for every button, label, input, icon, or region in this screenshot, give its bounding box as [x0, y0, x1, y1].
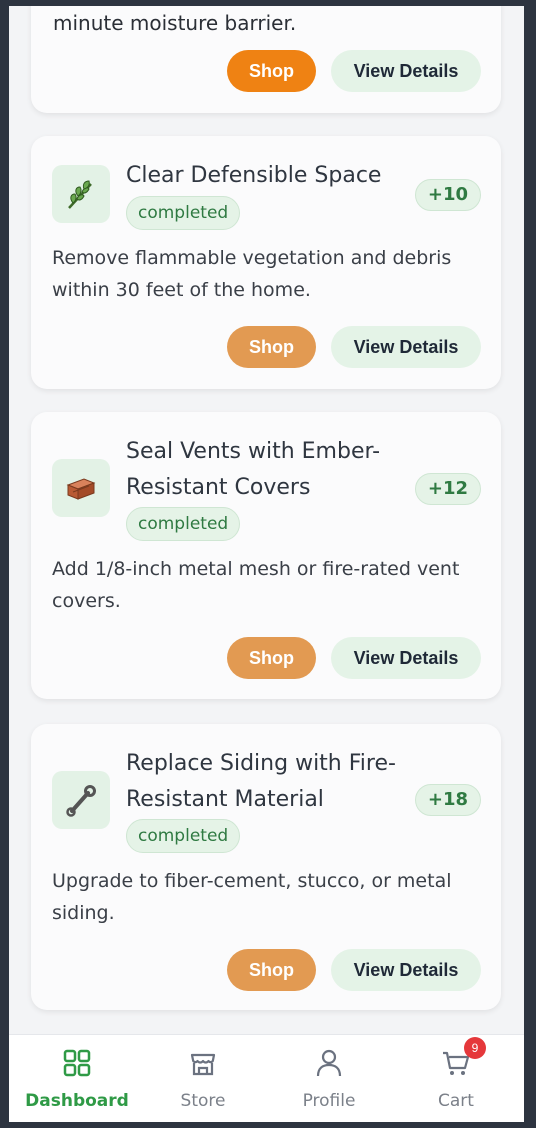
status-badge: completed — [126, 196, 241, 230]
nav-item-cart[interactable]: 9 Cart — [392, 1035, 520, 1122]
points-badge: +18 — [414, 784, 481, 816]
view-details-button[interactable]: View Details — [331, 949, 481, 991]
task-description: Upgrade to fiber-cement, stucco, or meta… — [52, 870, 452, 924]
task-icon-container — [52, 459, 110, 517]
leaf-icon — [68, 180, 92, 209]
shop-button[interactable]: Shop — [227, 326, 316, 368]
nav-label: Profile — [302, 1091, 356, 1111]
nav-label: Dashboard — [25, 1091, 129, 1111]
task-icon-container — [52, 771, 110, 829]
task-title: Clear Defensible Space — [126, 163, 382, 188]
task-card-partial: minute moisture barrier. Shop View Detai… — [31, 6, 501, 113]
wrench-icon — [66, 785, 96, 817]
task-description: Add 1/8-inch metal mesh or fire-rated ve… — [52, 558, 460, 612]
task-title: Replace Siding with Fire-Resistant Mater… — [126, 751, 396, 812]
view-details-button[interactable]: View Details — [331, 326, 481, 368]
nav-item-profile[interactable]: Profile — [265, 1035, 393, 1122]
shop-button[interactable]: Shop — [227, 50, 316, 92]
view-details-button[interactable]: View Details — [331, 637, 481, 679]
app-screen: minute moisture barrier. Shop View Detai… — [9, 6, 524, 1122]
task-description: minute moisture barrier. — [53, 11, 297, 35]
grid-icon — [61, 1047, 93, 1079]
status-badge: completed — [126, 819, 241, 853]
nav-item-dashboard[interactable]: Dashboard — [13, 1035, 141, 1122]
points-badge: +12 — [414, 473, 481, 505]
task-card: Replace Siding with Fire-Resistant Mater… — [31, 724, 501, 1010]
shop-button[interactable]: Shop — [227, 637, 316, 679]
task-card: Clear Defensible Space completed +10 Rem… — [31, 136, 501, 389]
user-icon — [313, 1047, 345, 1079]
brick-icon — [66, 478, 96, 500]
shop-button[interactable]: Shop — [227, 949, 316, 991]
view-details-button[interactable]: View Details — [331, 50, 481, 92]
store-icon — [187, 1047, 219, 1079]
cart-count-badge: 9 — [464, 1037, 486, 1059]
task-icon-container — [52, 165, 110, 223]
nav-item-store[interactable]: Store — [139, 1035, 267, 1122]
cart-icon: 9 — [440, 1037, 486, 1079]
points-badge: +10 — [414, 179, 481, 211]
task-description: Remove flammable vegetation and debris w… — [52, 247, 452, 301]
task-title: Seal Vents with Ember-Resistant Covers — [126, 439, 381, 500]
nav-label: Store — [180, 1091, 226, 1111]
task-card: Seal Vents with Ember-Resistant Covers c… — [31, 412, 501, 699]
nav-label: Cart — [438, 1091, 474, 1111]
bottom-nav: Dashboard Store Profile 9 Cart — [9, 1034, 524, 1122]
status-badge: completed — [126, 507, 241, 541]
